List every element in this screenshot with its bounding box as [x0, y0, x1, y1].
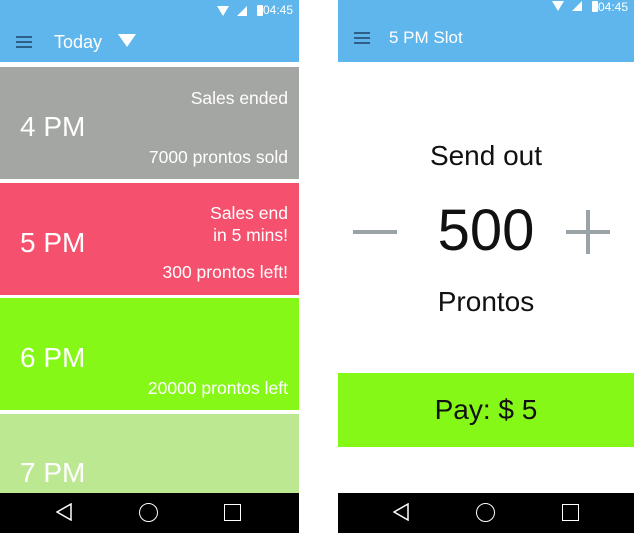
- slot-time: 5 PM: [20, 227, 86, 258]
- status-bar: 04:45: [0, 0, 299, 22]
- slot-detail: 300 prontos left!: [162, 262, 289, 282]
- pay-button[interactable]: Pay: $ 5: [338, 373, 634, 447]
- slot-card-5pm[interactable]: 5 PM Sales end in 5 mins! 300 prontos le…: [0, 183, 299, 295]
- slot-status-line: Sales ended: [190, 88, 288, 108]
- nav-bar: [338, 493, 634, 533]
- nav-bar: [0, 493, 299, 533]
- slot-card-7pm[interactable]: 7 PM: [0, 414, 299, 493]
- dropdown-arrow-icon[interactable]: [118, 34, 136, 47]
- status-time: 04:45: [597, 0, 628, 14]
- slot-time: 7 PM: [20, 457, 86, 488]
- home-icon[interactable]: [476, 503, 495, 522]
- slot-status-line: Sales end: [210, 203, 288, 223]
- slot-card-4pm[interactable]: 4 PM Sales ended 7000 prontos sold: [0, 67, 299, 179]
- slot-time: 6 PM: [20, 342, 86, 373]
- menu-icon[interactable]: [354, 32, 370, 45]
- unit-label: Prontos: [437, 286, 535, 317]
- back-icon[interactable]: [56, 503, 72, 521]
- slot-status-line: in 5 mins!: [213, 225, 288, 245]
- signal-icon: [237, 6, 247, 16]
- slot-status: Sales ended: [191, 87, 288, 109]
- send-out-label: Send out: [429, 140, 543, 171]
- slot-detail: 7000 prontos sold: [148, 147, 288, 167]
- slot-card-6pm[interactable]: 6 PM 20000 prontos left: [0, 298, 299, 410]
- status-time: 04:45: [262, 3, 293, 17]
- slot-time: 4 PM: [20, 111, 86, 142]
- status-bar: 04:45: [338, 0, 634, 14]
- plus-icon[interactable]: [566, 210, 610, 254]
- home-icon[interactable]: [139, 503, 158, 522]
- slot-status: Sales end in 5 mins!: [210, 202, 288, 246]
- app-bar-title: Today: [54, 32, 103, 52]
- signal-icon: [572, 1, 582, 11]
- recent-apps-icon[interactable]: [224, 504, 241, 521]
- wifi-icon: [217, 6, 229, 16]
- today-screen: 04:45 Today 4 PM Sales ended 7000 pronto…: [0, 0, 299, 533]
- back-icon[interactable]: [393, 503, 409, 521]
- app-bar-title: 5 PM Slot: [389, 28, 463, 47]
- app-bar: 5 PM Slot: [338, 14, 634, 62]
- slot-detail-screen: 04:45 5 PM Slot Send out 500 Prontos Pay…: [338, 0, 634, 533]
- wifi-icon: [552, 1, 564, 11]
- slot-detail: 20000 prontos left: [147, 378, 288, 398]
- app-bar: Today: [0, 22, 299, 62]
- menu-icon[interactable]: [16, 36, 32, 49]
- recent-apps-icon[interactable]: [562, 504, 579, 521]
